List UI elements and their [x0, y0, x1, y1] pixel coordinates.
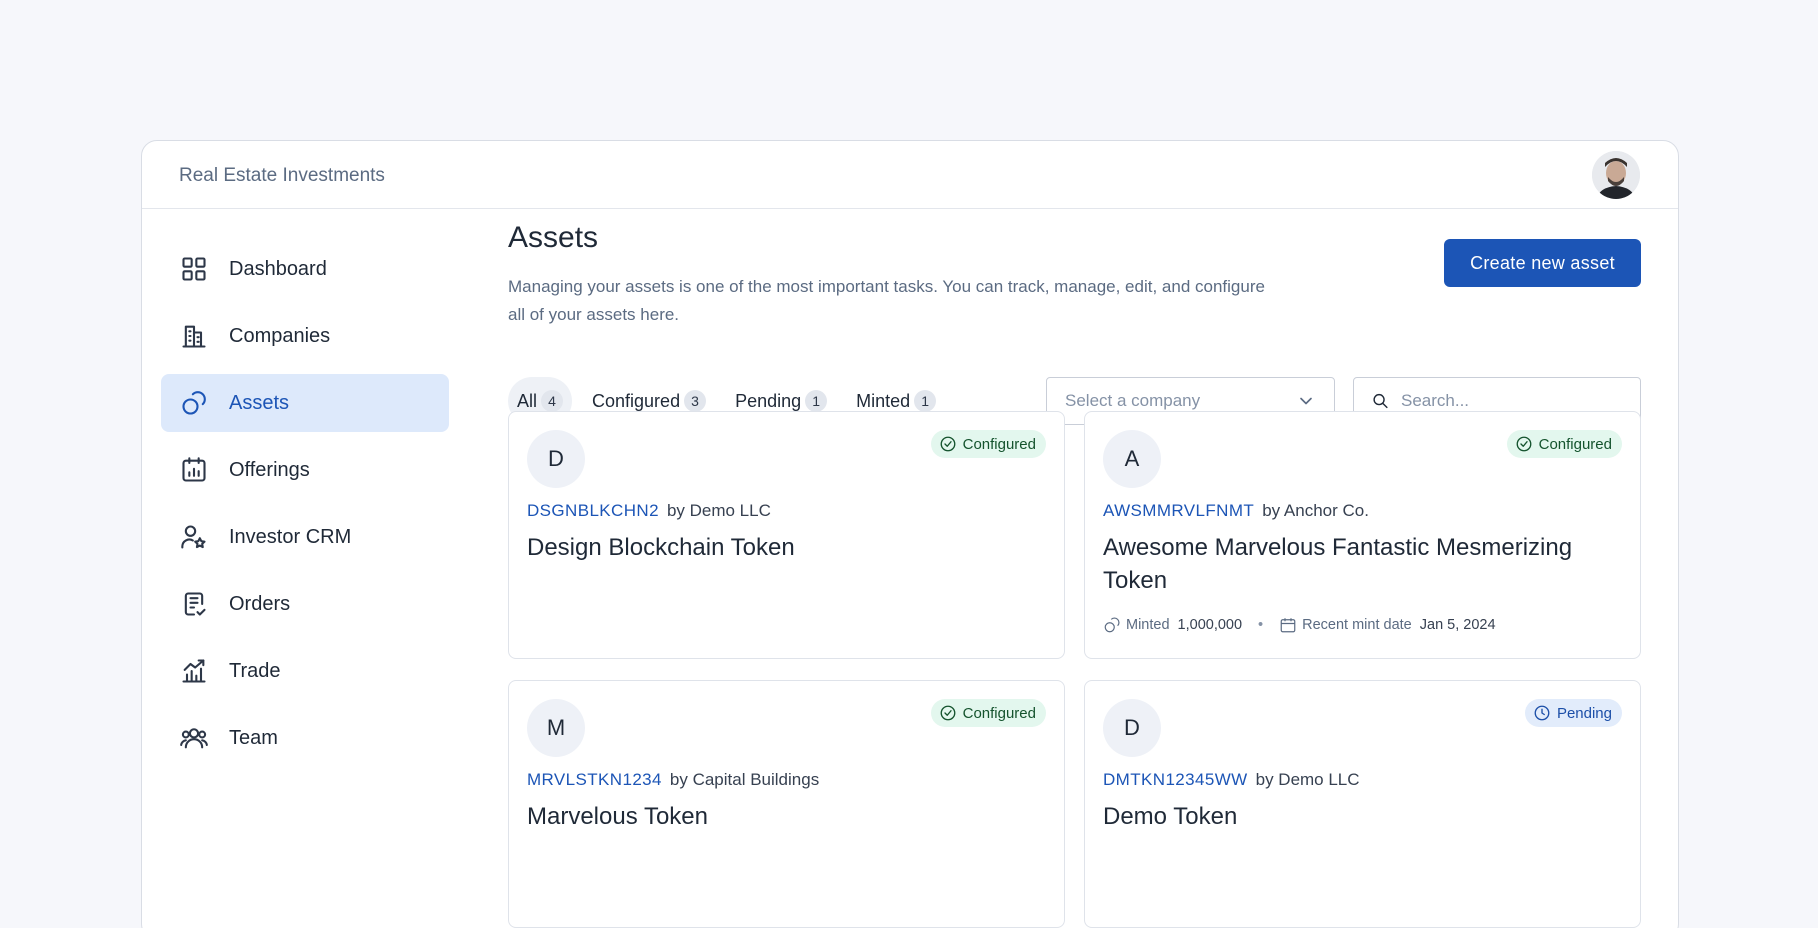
- asset-initial-avatar: A: [1103, 430, 1161, 488]
- grid-icon: [180, 255, 208, 283]
- search-icon: [1373, 393, 1388, 409]
- mint-date-value: Jan 5, 2024: [1419, 617, 1496, 633]
- tab-count: 1: [805, 390, 828, 412]
- sidebar-item-label: Offerings: [229, 458, 310, 481]
- tab-label: Pending: [735, 390, 802, 411]
- asset-ticker[interactable]: MRVLSTKN1234: [527, 770, 662, 789]
- status-badge: Configured: [1506, 430, 1622, 458]
- sidebar-item-team[interactable]: Team: [161, 709, 449, 767]
- sidebar-item-offerings[interactable]: Offerings: [161, 441, 449, 499]
- asset-initial-avatar: D: [1103, 699, 1161, 757]
- calendar-icon: [1280, 618, 1296, 633]
- sidebar-item-dashboard[interactable]: Dashboard: [161, 240, 449, 298]
- sidebar-item-label: Trade: [229, 659, 281, 682]
- sidebar-item-companies[interactable]: Companies: [161, 307, 449, 365]
- status-badge-label: Configured: [962, 704, 1036, 722]
- search-input[interactable]: [1401, 391, 1622, 411]
- asset-meta: Minted 1,000,000 • Recent mint date Jan …: [1103, 616, 1496, 634]
- asset-company: by Capital Buildings: [669, 770, 820, 789]
- asset-initial-avatar: D: [527, 430, 585, 488]
- status-badge: Configured: [930, 699, 1046, 727]
- tab-label: Minted: [856, 390, 911, 411]
- sidebar-item-label: Investor CRM: [229, 525, 352, 548]
- asset-company: by Demo LLC: [666, 501, 771, 520]
- status-badge: Pending: [1524, 699, 1622, 727]
- coins-icon: [1104, 617, 1120, 633]
- chart-arrow-icon: [180, 657, 208, 685]
- asset-ticker-line: MRVLSTKN1234 by Capital Buildings: [527, 770, 819, 790]
- receipt-check-icon: [180, 590, 208, 618]
- sidebar-item-label: Team: [229, 726, 278, 749]
- avatar-image: [1592, 151, 1640, 199]
- page-description: Managing your assets is one of the most …: [508, 277, 1265, 324]
- minted-label: Minted: [1126, 617, 1170, 633]
- sidebar-item-label: Assets: [229, 391, 290, 414]
- tab-label: Configured: [592, 390, 681, 411]
- mint-date-label: Recent mint date: [1302, 617, 1412, 633]
- clock-icon: [1534, 705, 1550, 721]
- asset-card[interactable]: A Configured AWSMMRVLFNMT by Anchor Co. A…: [1084, 411, 1641, 659]
- coins-icon: [180, 389, 208, 417]
- asset-company: by Anchor Co.: [1262, 501, 1369, 520]
- asset-ticker[interactable]: DSGNBLKCHN2: [527, 501, 659, 520]
- sidebar-item-label: Orders: [229, 592, 291, 615]
- asset-card[interactable]: D Pending DMTKN12345WW by Demo LLC Demo T…: [1084, 680, 1641, 928]
- create-new-asset-button[interactable]: Create new asset: [1444, 239, 1641, 287]
- page-title: Assets: [508, 221, 599, 254]
- asset-name: Marvelous Token: [527, 803, 708, 830]
- asset-card[interactable]: M Configured MRVLSTKN1234 by Capital Buil…: [508, 680, 1065, 928]
- asset-company: by Demo LLC: [1255, 770, 1360, 789]
- check-circle-icon: [940, 436, 956, 452]
- check-circle-icon: [1516, 436, 1532, 452]
- users-icon: [180, 724, 208, 752]
- asset-ticker[interactable]: AWSMMRVLFNMT: [1103, 501, 1254, 520]
- asset-ticker[interactable]: DMTKN12345WW: [1103, 770, 1248, 789]
- chevron-down-icon: [1300, 397, 1312, 405]
- asset-initial-avatar: M: [527, 699, 585, 757]
- sidebar-item-trade[interactable]: Trade: [161, 642, 449, 700]
- meta-separator: •: [1258, 617, 1264, 633]
- tab-label: All: [517, 390, 538, 411]
- asset-ticker-line: AWSMMRVLFNMT by Anchor Co.: [1103, 501, 1369, 521]
- tab-count: 1: [914, 390, 937, 412]
- asset-name: Demo Token: [1103, 803, 1238, 830]
- tab-count: 4: [541, 390, 564, 412]
- org-name: Real Estate Investments: [179, 165, 385, 186]
- sidebar-item-assets[interactable]: Assets: [161, 374, 449, 432]
- asset-name: Awesome Marvelous Fantastic Mesmerizing …: [1103, 534, 1573, 594]
- company-select-placeholder: Select a company: [1065, 391, 1201, 410]
- sidebar: Dashboard Companies Assets Offerings Inv…: [161, 240, 449, 776]
- status-badge-label: Configured: [962, 435, 1036, 453]
- calendar-chart-icon: [180, 456, 208, 484]
- status-badge-label: Pending: [1556, 704, 1612, 722]
- asset-ticker-line: DSGNBLKCHN2 by Demo LLC: [527, 501, 771, 521]
- sidebar-item-label: Companies: [229, 324, 331, 347]
- status-badge-label: Configured: [1538, 435, 1612, 453]
- asset-ticker-line: DMTKN12345WW by Demo LLC: [1103, 770, 1360, 790]
- top-bar: Real Estate Investments: [142, 141, 1678, 209]
- user-star-icon: [180, 523, 208, 551]
- app-window: Real Estate Investments Dashboard Compan…: [141, 140, 1679, 928]
- building-icon: [180, 322, 208, 350]
- sidebar-item-orders[interactable]: Orders: [161, 575, 449, 633]
- minted-value: 1,000,000: [1177, 617, 1243, 633]
- check-circle-icon: [940, 705, 956, 721]
- tab-count: 3: [684, 390, 707, 412]
- status-badge: Configured: [930, 430, 1046, 458]
- sidebar-item-investor-crm[interactable]: Investor CRM: [161, 508, 449, 566]
- sidebar-item-label: Dashboard: [229, 257, 327, 280]
- asset-card[interactable]: D Configured DSGNBLKCHN2 by Demo LLC Desi…: [508, 411, 1065, 659]
- asset-name: Design Blockchain Token: [527, 534, 795, 561]
- avatar[interactable]: [1592, 151, 1640, 199]
